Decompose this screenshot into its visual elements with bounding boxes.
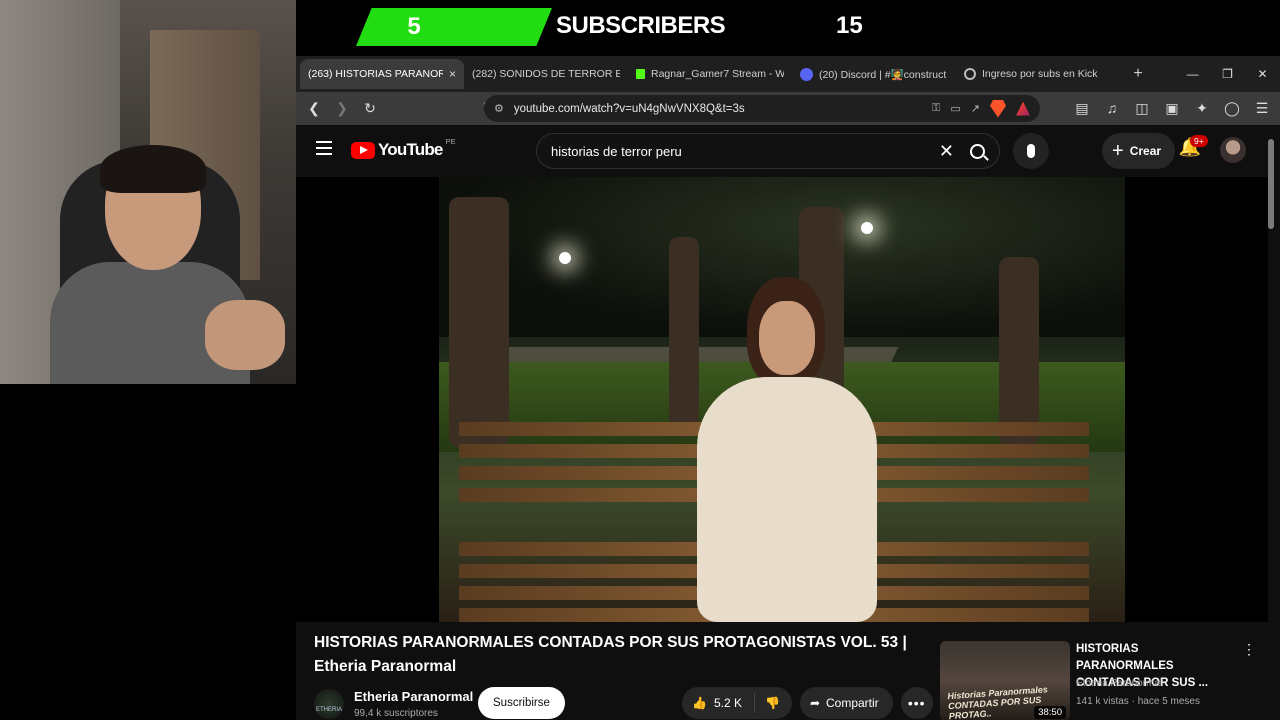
wallet-icon[interactable]: ▣	[1160, 96, 1184, 120]
account-avatar[interactable]	[1220, 137, 1246, 163]
vpn-icon[interactable]: ◯	[1220, 96, 1244, 120]
close-window-icon[interactable]: ✕	[1245, 56, 1280, 92]
recommended-meta: 141 k vistas · hace 5 meses	[1076, 696, 1200, 707]
tab-label: (282) SONIDOS DE TERROR EN	[472, 68, 620, 80]
cast-icon[interactable]: ▭	[950, 102, 960, 115]
youtube-play-icon	[351, 141, 375, 159]
sidebar-icon[interactable]: ◫	[1130, 96, 1154, 120]
dislike-button[interactable]: 👎	[755, 696, 792, 710]
tab-kick-subs[interactable]: Ingreso por subs en Kick	[956, 59, 1120, 89]
recommended-channel[interactable]: Etheria Paranormal	[1076, 678, 1162, 689]
menu-icon[interactable]: ☰	[1250, 96, 1274, 120]
brave-rewards-icon[interactable]	[1016, 101, 1030, 116]
ai-icon[interactable]: ✦	[1190, 96, 1214, 120]
recommended-thumbnail[interactable]: Historias Paranormales CONTADAS POR SUS …	[940, 641, 1070, 720]
url-text: youtube.com/watch?v=uN4gNwVNX8Q&t=3s	[513, 102, 745, 115]
scrollbar-thumb[interactable]	[1268, 139, 1274, 229]
channel-avatar-text: ETHERIA	[315, 707, 342, 713]
tab-label: Ragnar_Gamer7 Stream - Watc	[651, 68, 784, 80]
screen: 5 SUBSCRIBERS 15 (263) HISTORIAS PARANOR…	[0, 0, 1280, 720]
channel-name[interactable]: Etheria Paranormal	[354, 689, 473, 704]
video-frame[interactable]	[439, 177, 1125, 622]
webcam-feed	[0, 0, 296, 384]
tab-kick-stream[interactable]: Ragnar_Gamer7 Stream - Watc	[628, 59, 792, 89]
key-icon[interactable]: ⚿	[932, 102, 940, 115]
video-duration: 38:50	[1034, 706, 1066, 719]
browser-toolbar: ❮ ❯ ↻ ⚑ ⚙ youtube.com/watch?v=uN4gNwVNX8…	[296, 92, 1280, 125]
restore-icon[interactable]: ❐	[1210, 56, 1245, 92]
youtube-page: YouTube PE historias de terror peru ✕ + …	[296, 125, 1280, 720]
subscriber-label: SUBSCRIBERS	[556, 12, 726, 39]
tab-discord[interactable]: (20) Discord | #🧑‍🏫construct	[792, 59, 956, 89]
share-icon[interactable]: ↗	[971, 102, 980, 115]
video-player[interactable]	[296, 177, 1268, 622]
site-settings-icon[interactable]: ⚙	[494, 102, 504, 115]
music-icon[interactable]: ♫	[1100, 96, 1124, 120]
search-icon[interactable]	[970, 143, 985, 159]
country-code: PE	[445, 136, 456, 146]
channel-subscribers: 99,4 k suscriptores	[354, 708, 438, 719]
thumbs-down-icon: 👎	[764, 696, 780, 710]
youtube-wordmark: YouTube	[378, 140, 443, 159]
more-vertical-icon[interactable]: ⋮	[1242, 641, 1256, 658]
tab-label: Ingreso por subs en Kick	[982, 68, 1098, 80]
discord-icon	[800, 67, 813, 81]
new-tab-button[interactable]: +	[1126, 65, 1150, 83]
minimize-icon[interactable]: —	[1175, 56, 1210, 92]
thumbs-up-icon: 👍	[692, 696, 707, 710]
voice-search-button[interactable]	[1013, 133, 1049, 169]
plus-icon: +	[1112, 139, 1124, 162]
tab-historias-paranormales[interactable]: (263) HISTORIAS PARANOR ×	[296, 59, 464, 135]
search-input[interactable]: historias de terror peru	[551, 144, 939, 159]
create-button[interactable]: + Crear	[1102, 133, 1176, 169]
close-tab-icon[interactable]: ×	[449, 67, 456, 81]
create-label: Crear	[1129, 144, 1162, 158]
tab-strip: (263) HISTORIAS PARANOR × (282) SONIDOS …	[296, 56, 1280, 135]
back-icon[interactable]: ❮	[302, 97, 326, 121]
like-dislike-group: 👍 5.2 K 👎	[682, 687, 792, 719]
reload-icon[interactable]: ↻	[358, 97, 382, 121]
notifications-button[interactable]: 🔔 9+	[1176, 135, 1208, 165]
like-button[interactable]: 👍 5.2 K	[682, 693, 755, 713]
like-count: 5.2 K	[713, 696, 742, 710]
share-arrow-icon: ➦	[809, 696, 820, 710]
more-actions-button[interactable]: •••	[900, 687, 933, 719]
subscribe-button[interactable]: Suscribirse	[478, 687, 565, 719]
forward-icon[interactable]: ❯	[330, 97, 354, 121]
extensions-toolbar: ▤ ♫ ◫ ▣ ✦ ◯ ☰	[1070, 96, 1274, 120]
window-controls: — ❐ ✕	[1175, 56, 1280, 92]
subscriber-goal: 15	[836, 12, 863, 39]
kick-icon	[636, 69, 645, 79]
browser-window: (263) HISTORIAS PARANOR × (282) SONIDOS …	[296, 56, 1280, 720]
notification-badge: 9+	[1190, 135, 1208, 147]
globe-icon	[964, 68, 976, 80]
tab-sonidos-de-terror[interactable]: (282) SONIDOS DE TERROR EN	[296, 59, 628, 135]
page-scrollbar[interactable]	[1268, 131, 1276, 720]
search-box[interactable]: historias de terror peru ✕	[536, 133, 1000, 169]
reader-icon[interactable]: ▤	[1070, 96, 1094, 120]
brave-shields-icon[interactable]	[990, 99, 1006, 118]
tab-label: (263) HISTORIAS PARANOR	[308, 68, 443, 80]
hamburger-menu-icon[interactable]	[316, 141, 332, 155]
video-title: HISTORIAS PARANORMALES CONTADAS POR SUS …	[314, 634, 907, 675]
subscriber-count: 5	[356, 8, 552, 46]
clear-search-icon[interactable]: ✕	[939, 141, 954, 162]
tab-label: (20) Discord | #🧑‍🏫construct	[819, 68, 947, 81]
recommended-video[interactable]: Historias Paranormales CONTADAS POR SUS …	[940, 641, 1260, 720]
video-actions: 👍 5.2 K 👎 ➦ Compartir •••	[682, 687, 933, 719]
address-bar[interactable]: ⚙ youtube.com/watch?v=uN4gNwVNX8Q&t=3s ⚿…	[484, 95, 1040, 122]
share-button[interactable]: ➦ Compartir	[799, 687, 893, 719]
share-label: Compartir	[826, 696, 879, 710]
channel-avatar[interactable]: ETHERIA	[314, 689, 344, 719]
more-horizontal-icon: •••	[907, 695, 926, 711]
youtube-header: YouTube PE historias de terror peru ✕ + …	[296, 125, 1280, 177]
microphone-icon	[1027, 144, 1035, 158]
youtube-logo[interactable]: YouTube PE	[351, 136, 456, 160]
